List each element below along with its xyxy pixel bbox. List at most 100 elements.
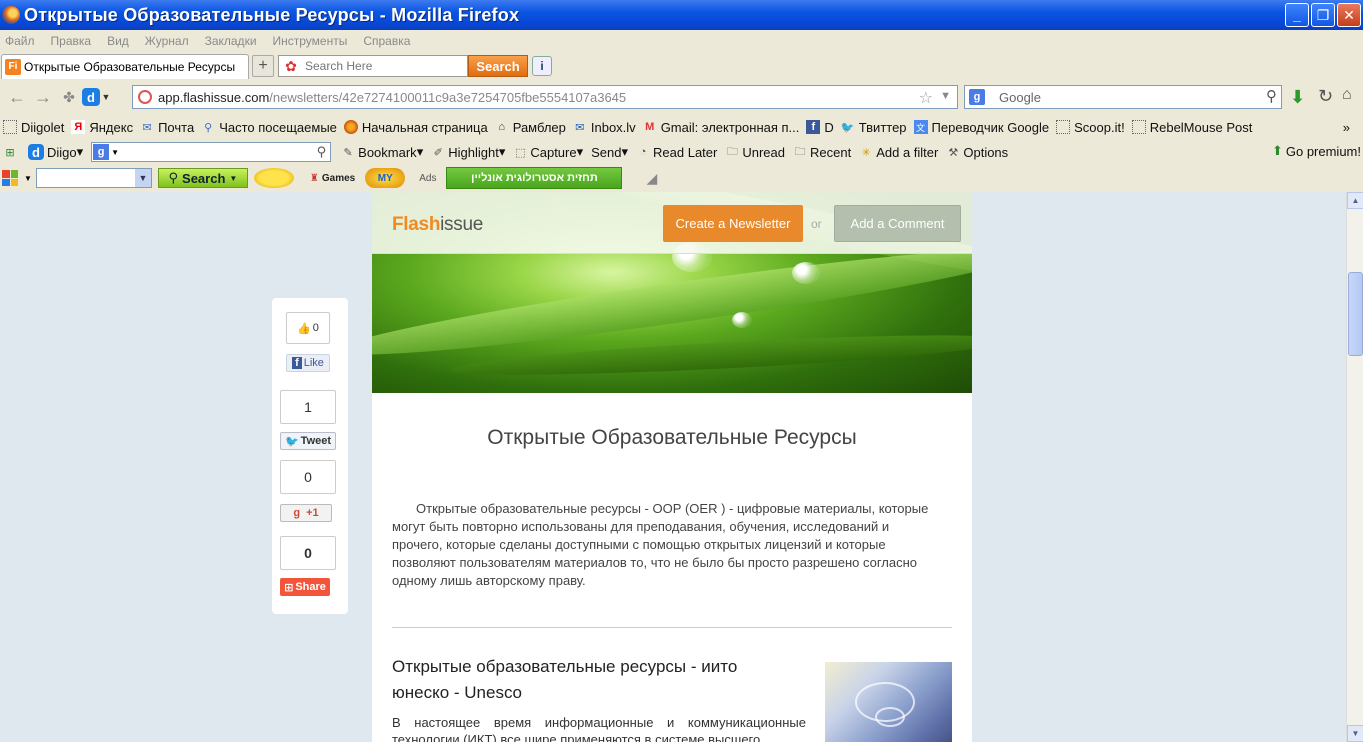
url-dropdown-icon[interactable]: ▼ [940,90,951,102]
dotted-icon [1131,120,1146,134]
bookmark-rambler[interactable]: ⌂ Рамблер [495,120,566,135]
diigo-add-filter[interactable]: ✳ Add a filter [859,145,939,160]
vertical-scrollbar[interactable]: ▲ ▼ [1346,192,1363,742]
diigo-menu[interactable]: d Diigo ▾ [28,144,83,160]
close-button[interactable]: ✕ [1337,3,1361,27]
url-bar[interactable]: app.flashissue.com/newsletters/42e727410… [132,85,958,109]
bookmark-icon: ✎ [343,146,353,159]
minimize-button[interactable]: _ [1285,3,1309,27]
bookmark-star-icon[interactable]: ☆ [919,88,933,108]
menu-history[interactable]: Журнал [145,34,189,48]
bookmark-label: Яндекс [89,119,134,135]
bookmark-scoopit[interactable]: Scoop.it! [1056,120,1125,135]
newsletter-card: Flashissue Create a Newsletter or Add a … [372,192,972,742]
menu-bookmarks[interactable]: Закладки [205,34,257,48]
ads-select-dropdown[interactable]: ▼ [35,168,152,188]
diigo-unread[interactable]: 🗀 Unread [725,145,785,160]
add-comment-button[interactable]: Add a Comment [834,205,961,242]
chevron-down-icon[interactable]: ▼ [111,148,119,157]
download-arrow-icon[interactable]: ⬇ [1290,87,1305,108]
chevron-down-icon[interactable]: ▼ [24,174,32,183]
folder-icon: 🗀 [726,145,738,158]
go-premium-link[interactable]: ⬆ Go premium! [1272,143,1361,159]
bookmark-start-page[interactable]: Начальная страница [343,120,488,135]
dotted-icon [1056,120,1071,134]
new-tab-button[interactable]: + [252,55,274,77]
windows-logo-icon[interactable] [2,170,18,186]
facebook-like-button[interactable]: f Like [286,354,330,372]
forward-arrow-icon[interactable]: → [30,85,56,109]
smiley-icon[interactable] [253,168,294,188]
options-icon: ⚒ [948,146,959,159]
create-newsletter-button[interactable]: Create a Newsletter [663,205,803,242]
bookmark-google-translate[interactable]: 文 Переводчик Google [913,120,1049,135]
bookmark-label: Scoop.it! [1074,119,1125,135]
diigo-item-label: Read Later [653,144,718,160]
article-thumbnail[interactable] [825,662,952,742]
diigo-dropdown-icon[interactable]: ▼ [100,85,112,109]
search-icon[interactable]: ⚲ [317,144,327,160]
bookmark-label: Diigolet [21,119,65,135]
bookmark-inbox-lv[interactable]: ✉ Inbox.lv [573,120,635,135]
site-identity-icon[interactable] [138,90,152,104]
astrology-banner[interactable]: תחזית אסטרולוגית אונליין [446,167,623,189]
games-link[interactable]: ♜ Games [310,173,355,184]
bookmark-diigolet[interactable]: Diigolet [3,120,64,135]
bookmark-label: Рамблер [512,119,566,135]
bookmark-twitter[interactable]: 🐦 Твиттер [841,120,907,135]
share-button[interactable]: ⊞ Share [280,578,330,596]
menu-edit[interactable]: Правка [51,34,92,48]
diigo-sidebar-toggle[interactable]: ⊞ [3,145,20,159]
reload-icon[interactable]: ↻ [1318,86,1333,107]
diigo-capture[interactable]: ⬚ Capture ▾ [513,144,583,160]
addon-puzzle-icon[interactable]: ✤ [56,85,82,109]
diigo-send[interactable]: Send ▾ [591,144,628,160]
flashissue-logo[interactable]: Flashissue [392,214,483,236]
plus-icon: ⊞ [284,581,294,594]
thumbs-up-icon: 👍 [297,322,311,335]
bookmarks-bar: Diigolet Я Яндекс ✉ Почта ⚲ Часто посещаемы… [0,116,1363,138]
diigo-search-input[interactable]: g ▼ ⚲ [91,142,332,162]
ads-search-button[interactable]: ⚲ Search ▼ [157,168,248,188]
diigo-highlight[interactable]: ✐ Highlight ▾ [431,144,506,160]
bookmark-gmail[interactable]: M Gmail: электронная п... [643,120,799,135]
google-plus-button[interactable]: g +1 [280,504,332,522]
bookmark-yandex[interactable]: Я Яндекс [71,120,133,135]
scroll-down-arrow-icon[interactable]: ▼ [1347,725,1363,742]
web-search-box[interactable]: g Google ⚲ [964,85,1282,109]
bookmarks-overflow-icon[interactable]: » [1343,120,1350,135]
bookmark-pochta[interactable]: ✉ Почта [140,120,194,135]
eraser-icon[interactable]: ◢ [646,170,657,187]
tab-active[interactable]: Fi Открытые Образовательные Ресурсы [1,53,249,79]
toolbar-search-input[interactable] [305,59,455,73]
search-provider-icon[interactable]: ✿ [281,56,301,76]
info-icon[interactable]: i [532,56,552,76]
bookmark-facebook[interactable]: fD [806,120,834,135]
menu-bar: Файл Правка Вид Журнал Закладки Инструме… [0,30,1363,52]
google-icon[interactable]: g [93,144,110,160]
bookmark-most-visited[interactable]: ⚲ Часто посещаемые [201,120,337,135]
menu-file[interactable]: Файл [5,34,35,48]
back-arrow-icon[interactable]: ← [4,85,30,109]
diigo-icon[interactable]: d [82,88,100,106]
diigo-item-label: Recent [810,144,852,160]
diigo-options[interactable]: ⚒ Options [946,145,1008,160]
toolbar-search-box: ✿ [278,55,468,77]
home-icon[interactable]: ⌂ [1342,86,1352,104]
scrollbar-thumb[interactable] [1348,272,1363,356]
my-badge-icon[interactable]: MY [365,168,406,188]
diigo-read-later[interactable]: ◔ Read Later [636,144,718,160]
toolbar-search-button[interactable]: Search [468,55,528,77]
menu-tools[interactable]: Инструменты [273,34,348,48]
tweet-button[interactable]: 🐦 Tweet [280,432,336,450]
search-icon[interactable]: ⚲ [1266,87,1277,105]
diigo-recent[interactable]: 🗀 Recent [793,144,852,160]
google-icon[interactable]: g [969,89,985,105]
menu-view[interactable]: Вид [107,34,129,48]
restore-button[interactable]: ❐ [1311,3,1335,27]
scroll-up-arrow-icon[interactable]: ▲ [1347,192,1363,209]
menu-help[interactable]: Справка [363,34,410,48]
article-title-link[interactable]: Открытые образовательные ресурсы - иито … [392,654,792,706]
bookmark-rebelmouse[interactable]: RebelMouse Post [1131,120,1252,135]
diigo-bookmark[interactable]: ✎ Bookmark ▾ [341,144,424,160]
